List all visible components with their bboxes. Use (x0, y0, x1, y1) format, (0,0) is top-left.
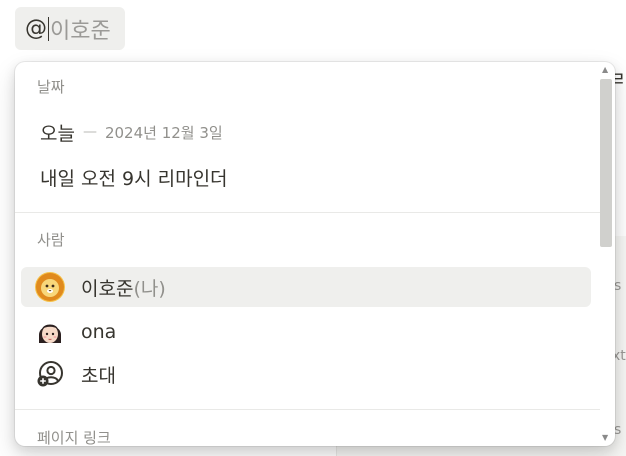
menu-item-invite[interactable]: 초대 (21, 354, 591, 394)
today-dash: — (82, 124, 97, 140)
person-self-suffix: (나) (133, 277, 166, 300)
today-date: 2024년 12월 3일 (104, 123, 223, 142)
section-divider (15, 212, 600, 213)
mention-query: 이호준 (50, 18, 111, 44)
section-label-page-link: 페이지 링크 (37, 429, 111, 446)
section-divider (15, 409, 600, 410)
mention-at-sign: @ (25, 16, 47, 41)
invite-person-icon (35, 359, 65, 389)
menu-item-today[interactable]: 오늘 — 2024년 12월 3일 (21, 112, 591, 152)
menu-item-person-ona[interactable]: ona (21, 312, 591, 352)
section-label-date: 날짜 (37, 78, 65, 96)
girl-avatar-icon (35, 317, 65, 347)
menu-item-reminder[interactable]: 내일 오전 9시 리마인더 (21, 157, 591, 197)
invite-label: 초대 (81, 364, 116, 387)
section-label-people: 사람 (37, 231, 65, 249)
background-text-fragment: s (614, 422, 622, 438)
text-cursor (48, 16, 49, 41)
lion-avatar-icon (35, 272, 65, 302)
menu-item-person-self[interactable]: 이호준 (나) (21, 267, 591, 307)
scroll-down-arrow-icon[interactable]: ▼ (602, 433, 608, 442)
popup-scrollbar[interactable]: ▲ ▼ (600, 62, 613, 446)
popup-content: 날짜 오늘 — 2024년 12월 3일 내일 오전 9시 리마인더 사람 이호… (15, 62, 600, 446)
scroll-up-arrow-icon[interactable]: ▲ (602, 65, 608, 74)
person-name: 이호준 (81, 277, 134, 300)
reminder-label: 내일 오전 9시 리마인더 (40, 167, 228, 190)
mention-suggestion-popup: 날짜 오늘 — 2024년 12월 3일 내일 오전 9시 리마인더 사람 이호… (15, 62, 615, 446)
scrollbar-thumb[interactable] (600, 79, 612, 247)
background-text-fragment: s (614, 278, 622, 294)
mention-input[interactable]: @ 이호준 (15, 7, 125, 50)
person-name: ona (81, 321, 117, 343)
today-label: 오늘 (40, 122, 75, 145)
